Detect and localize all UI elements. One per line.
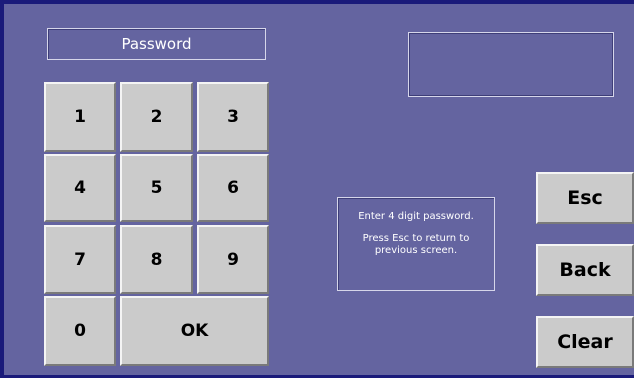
clear-button[interactable]: Clear [536, 316, 634, 368]
key-4[interactable]: 4 [44, 154, 116, 222]
key-9[interactable]: 9 [197, 225, 269, 294]
back-button[interactable]: Back [536, 244, 634, 296]
key-3[interactable]: 3 [197, 82, 269, 152]
esc-button[interactable]: Esc [536, 172, 634, 224]
ok-button[interactable]: OK [120, 296, 269, 366]
password-title: Password [47, 28, 266, 60]
key-6[interactable]: 6 [197, 154, 269, 222]
key-2[interactable]: 2 [120, 82, 193, 152]
instructions-box: Enter 4 digit password. Press Esc to ret… [337, 197, 495, 291]
instructions-line-1: Enter 4 digit password. [358, 211, 474, 222]
key-1[interactable]: 1 [44, 82, 116, 152]
instructions-line-2: Press Esc to return to previous screen. [362, 233, 470, 256]
key-7[interactable]: 7 [44, 225, 116, 294]
password-display [408, 32, 614, 97]
key-5[interactable]: 5 [120, 154, 193, 222]
password-screen: Password 1 2 3 4 5 6 7 8 9 0 OK Enter 4 … [0, 0, 634, 378]
key-0[interactable]: 0 [44, 296, 116, 366]
key-8[interactable]: 8 [120, 225, 193, 294]
